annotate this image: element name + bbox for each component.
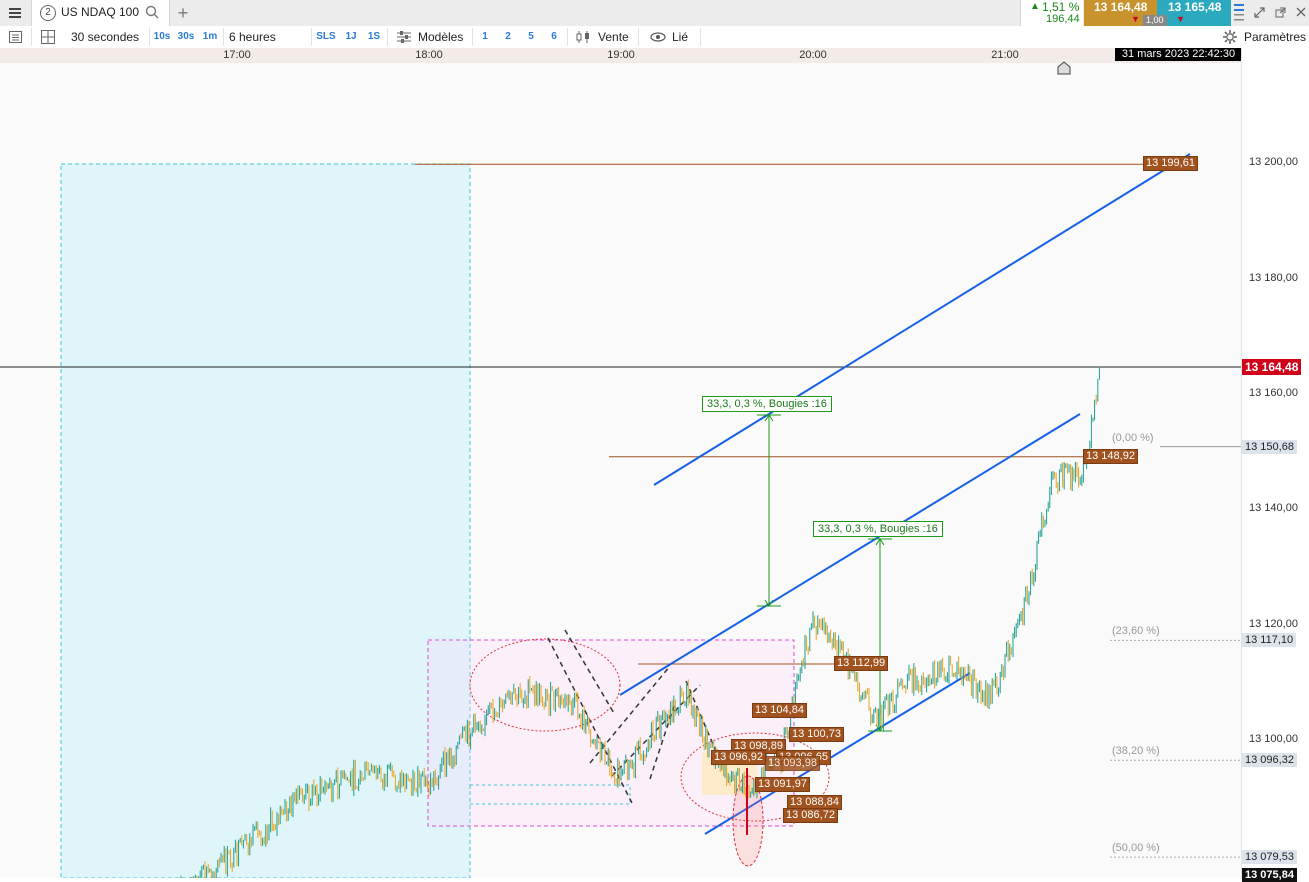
time-tick-label: 19:00 xyxy=(607,49,635,61)
bid-price: 13 164,48 xyxy=(1094,0,1148,14)
order-book-icon[interactable] xyxy=(1232,0,1246,26)
sell-button[interactable]: Vente xyxy=(598,26,629,48)
period-10s-button[interactable]: 10s xyxy=(151,26,173,48)
time-tick-label: 20:00 xyxy=(799,49,827,61)
level-tag[interactable]: 13 100,73 xyxy=(789,727,844,742)
linked-button[interactable]: Lié xyxy=(672,26,688,48)
toolbar-separator xyxy=(700,28,701,46)
period-select[interactable]: 30 secondes xyxy=(71,26,139,48)
toolbar-separator xyxy=(31,28,32,46)
spread-up-icon: ▼ xyxy=(1176,14,1185,24)
time-tick-label: 21:00 xyxy=(991,49,1019,61)
range-sls-button[interactable]: SLS xyxy=(313,26,339,48)
instrument-name: US NDAQ 100 xyxy=(61,5,140,19)
level-tag[interactable]: 13 199,61 xyxy=(1143,156,1198,171)
price-tick-label: 13 200,00 xyxy=(1249,156,1298,168)
change-up-icon: ▲ xyxy=(1030,1,1040,12)
toolbar-separator xyxy=(223,28,224,46)
measure-label[interactable]: 33,3, 0,3 %, Bougies :16 xyxy=(702,396,832,412)
level-tag[interactable]: 13 091,97 xyxy=(755,777,810,792)
cursor-datetime: 31 mars 2023 22:42:30 xyxy=(1115,48,1242,61)
spread-down-icon: ▼ xyxy=(1131,14,1140,24)
range-1j-button[interactable]: 1J xyxy=(340,26,362,48)
measure-label[interactable]: 33,3, 0,3 %, Bougies :16 xyxy=(813,521,943,537)
layout-1-button[interactable]: 1 xyxy=(474,26,496,48)
fib-label: (0,00 %) xyxy=(1112,432,1154,444)
fib-label: (23,60 %) xyxy=(1112,625,1160,637)
add-tab-icon[interactable]: + xyxy=(172,2,194,24)
layout-5-button[interactable]: 5 xyxy=(520,26,542,48)
fib-axis-marker: 13 150,68 xyxy=(1242,440,1297,454)
fib-axis-marker: 13 117,10 xyxy=(1242,633,1297,647)
price-chart[interactable] xyxy=(0,63,1241,878)
current-low-marker: 13 075,84 xyxy=(1242,868,1297,882)
instrument-tab[interactable]: 2 US NDAQ 100 xyxy=(31,0,170,26)
time-tick-label: 17:00 xyxy=(223,49,251,61)
price-tick-label: 13 100,00 xyxy=(1249,733,1298,745)
gear-icon[interactable] xyxy=(1220,28,1240,46)
level-tag[interactable]: 13 086,72 xyxy=(783,808,838,823)
expand-icon[interactable] xyxy=(1250,2,1268,22)
period-1m-button[interactable]: 1m xyxy=(199,26,221,48)
level-tag[interactable]: 13 104,84 xyxy=(752,703,807,718)
candles-icon[interactable] xyxy=(574,28,594,46)
session-zone-box xyxy=(60,163,471,878)
price-tick-label: 13 160,00 xyxy=(1249,387,1298,399)
last-price-marker: 13 164,48 xyxy=(1242,359,1302,375)
range-select[interactable]: 6 heures xyxy=(229,26,276,48)
range-1s-button[interactable]: 1S xyxy=(363,26,385,48)
change-absolute: 196,44 xyxy=(1046,13,1080,25)
ask-price-box[interactable]: 13 165,48 xyxy=(1157,0,1231,26)
fib-axis-marker: 13 096,32 xyxy=(1242,753,1297,767)
toolbar-separator xyxy=(472,28,473,46)
session-marker-icon xyxy=(1057,61,1071,75)
toolbar-separator xyxy=(149,28,150,46)
spread-value: 1,00 xyxy=(1143,15,1167,26)
search-icon[interactable] xyxy=(145,5,159,22)
ask-price: 13 165,48 xyxy=(1168,0,1222,14)
toolbar-separator xyxy=(638,28,639,46)
toolbar-separator xyxy=(387,28,388,46)
level-tag[interactable]: 13 096,92 xyxy=(711,750,766,765)
layout-icon[interactable] xyxy=(37,27,59,47)
link-eye-icon[interactable] xyxy=(648,28,668,46)
tab-number-badge: 2 xyxy=(40,5,56,21)
change-box: ▲ 1,51 % 196,44 xyxy=(1020,0,1083,26)
period-30s-button[interactable]: 30s xyxy=(175,26,197,48)
toolbar-separator xyxy=(567,28,568,46)
layout-6-button[interactable]: 6 xyxy=(543,26,565,48)
close-icon[interactable] xyxy=(1292,2,1309,22)
time-tick-label: 18:00 xyxy=(415,49,443,61)
settings-button[interactable]: Paramètres xyxy=(1244,26,1306,48)
fib-label: (38,20 %) xyxy=(1112,745,1160,757)
price-tick-label: 13 120,00 xyxy=(1249,618,1298,630)
popout-icon[interactable] xyxy=(1271,2,1289,22)
toolbar-separator xyxy=(311,28,312,46)
layout-2-button[interactable]: 2 xyxy=(497,26,519,48)
price-tick-label: 13 140,00 xyxy=(1249,502,1298,514)
change-percent: 1,51 % xyxy=(1042,0,1080,14)
menu-icon[interactable] xyxy=(0,0,30,26)
price-tick-label: 13 180,00 xyxy=(1249,272,1298,284)
fib-label: (50,00 %) xyxy=(1112,842,1160,854)
fib-axis-marker: 13 079,53 xyxy=(1242,850,1297,864)
level-tag[interactable]: 13 148,92 xyxy=(1083,449,1138,464)
templates-icon[interactable] xyxy=(394,28,414,46)
level-tag[interactable]: 13 093,98 xyxy=(765,756,820,771)
templates-button[interactable]: Modèles xyxy=(418,26,463,48)
level-tag[interactable]: 13 112,99 xyxy=(834,656,889,671)
list-icon[interactable] xyxy=(4,27,26,47)
